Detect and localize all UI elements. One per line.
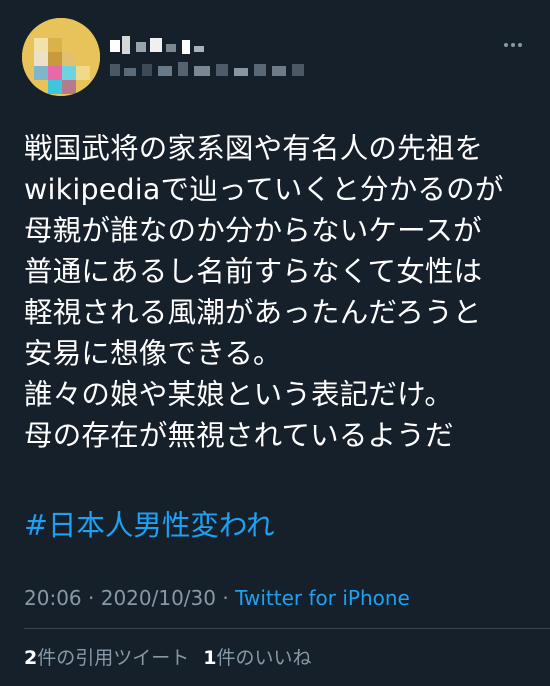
more-options-button[interactable] xyxy=(496,30,530,60)
tweet-line: 普通にあるし名前すらなくて女性は xyxy=(24,255,483,288)
tweet-line: 安易に想像できる。 xyxy=(24,337,282,370)
quote-tweet-count: 2 xyxy=(24,647,38,669)
tweet-header xyxy=(0,0,550,110)
more-horizontal-icon xyxy=(511,43,515,47)
tweet-line: wikipediaで辿っていくと分かるのが xyxy=(24,173,504,206)
tweet-body: 戦国武将の家系図や有名人の先祖を wikipediaで辿っていくと分かるのが 母… xyxy=(24,128,534,456)
user-handle[interactable] xyxy=(110,62,310,80)
like-count: 1 xyxy=(203,647,217,669)
tweet-line: 誰々の娘や某娘という表記だけ。 xyxy=(24,378,454,411)
tweet-time[interactable]: 20:06 xyxy=(24,586,82,610)
tweet-stats: 2件の引用ツイート 1件のいいね xyxy=(24,645,312,671)
meta-separator: · xyxy=(81,586,101,610)
quote-tweet-label: 件の引用ツイート xyxy=(37,647,190,669)
quote-tweets-link[interactable]: 2件の引用ツイート xyxy=(24,647,189,669)
tweet-date[interactable]: 2020/10/30 xyxy=(101,586,216,610)
like-label: 件のいいね xyxy=(216,647,312,669)
tweet-line: 母親が誰なのか分からないケースが xyxy=(24,214,482,247)
meta-separator: · xyxy=(216,586,236,610)
divider xyxy=(24,628,550,629)
tweet-line: 軽視される風潮があったんだろうと xyxy=(24,296,482,329)
tweet-metadata: 20:06 · 2020/10/30 · Twitter for iPhone xyxy=(24,585,410,611)
tweet-source-link[interactable]: Twitter for iPhone xyxy=(235,586,410,610)
display-name[interactable] xyxy=(110,36,230,56)
hashtag-link[interactable]: #日本人男性変われ xyxy=(24,506,274,546)
tweet-line: 母の存在が無視されているようだ xyxy=(24,419,454,452)
more-horizontal-icon xyxy=(518,43,522,47)
tweet-line: 戦国武将の家系図や有名人の先祖を xyxy=(24,132,484,165)
likes-link[interactable]: 1件のいいね xyxy=(203,647,311,669)
more-horizontal-icon xyxy=(504,43,508,47)
avatar[interactable] xyxy=(22,18,100,96)
